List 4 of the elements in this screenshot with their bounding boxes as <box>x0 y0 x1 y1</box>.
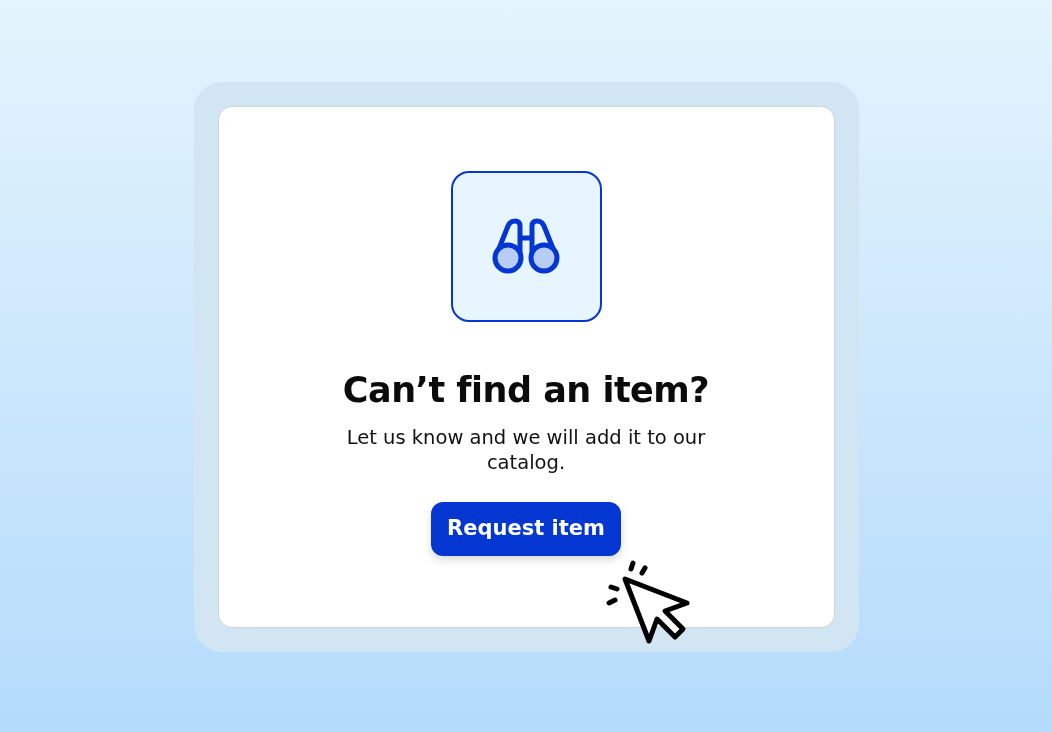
request-item-button[interactable]: Request item <box>431 502 621 556</box>
message: Let us know and we will add it to our catalog. <box>345 424 707 476</box>
binoculars-icon <box>450 171 602 322</box>
title: Can’t find an item? <box>342 369 710 412</box>
